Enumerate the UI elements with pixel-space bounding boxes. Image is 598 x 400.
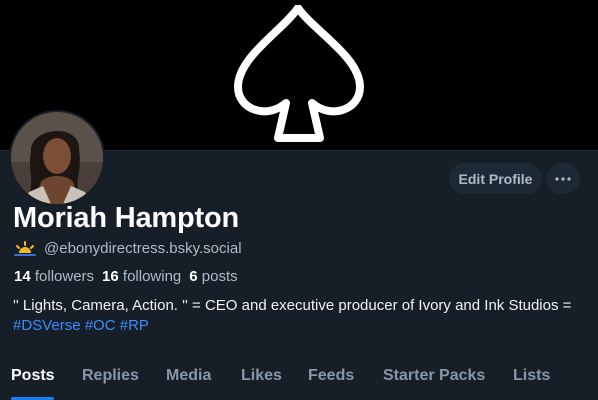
more-options-button[interactable] <box>546 163 580 194</box>
following-link[interactable]: 16 following <box>102 268 181 285</box>
followers-label: followers <box>34 268 95 285</box>
tab-feeds[interactable]: Feeds <box>308 367 354 385</box>
posts-stat: 6 posts <box>189 268 237 285</box>
sunrise-icon <box>14 240 36 256</box>
profile-handle: @ebonydirectress.bsky.social <box>44 240 242 257</box>
tab-media[interactable]: Media <box>166 367 211 385</box>
avatar-image <box>11 112 103 204</box>
edit-profile-button[interactable]: Edit Profile <box>449 163 542 194</box>
hashtag-link[interactable]: #DSVerse <box>13 317 81 334</box>
posts-count: 6 <box>189 268 198 285</box>
handle-row: @ebonydirectress.bsky.social <box>14 240 242 257</box>
tab-replies[interactable]: Replies <box>82 367 139 385</box>
hashtag-link[interactable]: #OC <box>85 317 116 334</box>
ellipsis-icon <box>555 176 571 181</box>
posts-label: posts <box>201 268 238 285</box>
following-label: following <box>122 268 182 285</box>
hashtag-link[interactable]: #RP <box>120 317 149 334</box>
followers-count: 14 <box>14 268 31 285</box>
following-count: 16 <box>102 268 119 285</box>
tab-posts[interactable]: Posts <box>11 367 55 385</box>
bio-text: '' Lights, Camera, Action. '' = CEO and … <box>13 297 572 314</box>
avatar[interactable] <box>9 110 105 206</box>
profile-bio: '' Lights, Camera, Action. '' = CEO and … <box>13 296 573 336</box>
tab-lists[interactable]: Lists <box>513 367 550 385</box>
profile-page: Edit Profile Moriah Hampton @ebonydirect… <box>0 0 598 400</box>
profile-stats: 14 followers 16 following 6 posts <box>14 268 238 285</box>
profile-tabs: Posts Replies Media Likes Feeds Starter … <box>0 356 598 400</box>
tab-starter-packs[interactable]: Starter Packs <box>383 367 485 385</box>
profile-display-name: Moriah Hampton <box>13 202 239 234</box>
tab-likes[interactable]: Likes <box>241 367 282 385</box>
followers-link[interactable]: 14 followers <box>14 268 94 285</box>
spade-icon <box>234 5 364 142</box>
